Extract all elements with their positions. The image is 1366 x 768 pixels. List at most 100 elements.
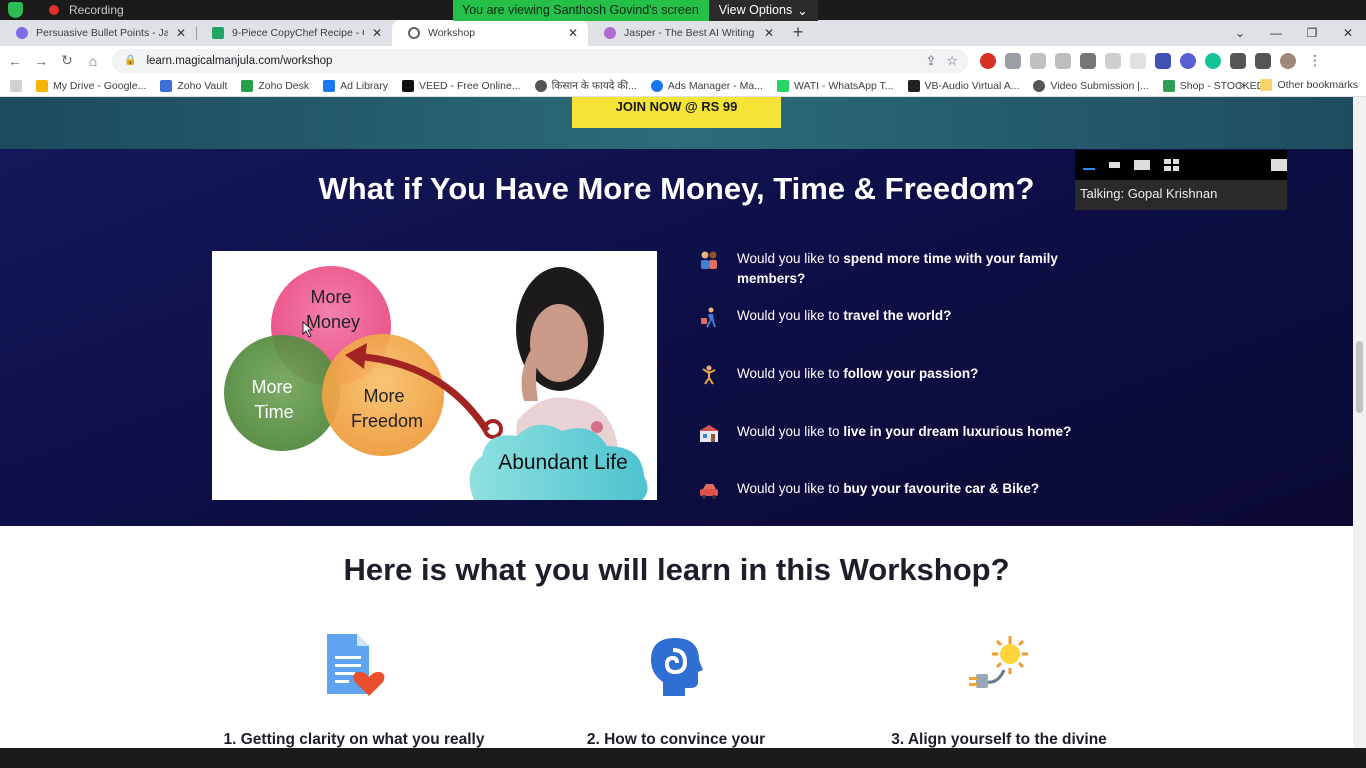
extension-icon[interactable] (1005, 52, 1021, 69)
view-options-label: View Options (718, 3, 793, 17)
drive-icon (36, 79, 48, 92)
screen-share-bottom-bar (0, 748, 1366, 768)
veed-icon (402, 79, 415, 92)
minimize-view-icon[interactable] (1083, 168, 1095, 170)
browser-toolbar: ← → ↻ ⌂ 🔒 learn.magicalmanjula.com/works… (0, 46, 1366, 75)
recording-label: Recording (69, 3, 124, 17)
apps-icon[interactable] (10, 79, 22, 92)
cta-band: JOIN NOW @ RS 99 (0, 97, 1353, 149)
feature-label: 1. Getting clarity on what you really (223, 731, 485, 748)
feature-card: 2. How to convince your (526, 634, 826, 748)
abundant-life-image: More Money More Time More Freedom Abunda… (212, 251, 657, 500)
bookmark-item[interactable]: किसान के फायदे की... (534, 79, 637, 93)
bookmark-label: WATI - WhatsApp T... (793, 79, 894, 92)
tab-workshop[interactable]: Workshop ✕ (392, 20, 588, 46)
bookmark-item[interactable]: Ads Manager - Ma... (650, 79, 763, 92)
feature-label: 3. Align yourself to the divine (891, 731, 1107, 748)
zoho-desk-icon (241, 79, 254, 92)
bookmark-label: My Drive - Google... (53, 79, 147, 92)
bookmark-label: Ad Library (340, 79, 389, 92)
address-bar[interactable]: 🔒 learn.magicalmanjula.com/workshop ⇪ ☆ (112, 48, 968, 73)
tab-persuasive-bullet-points[interactable]: Persuasive Bullet Points - Jasper ✕ (0, 20, 196, 46)
bookmark-item[interactable]: VB-Audio Virtual A... (907, 79, 1019, 92)
menu-icon[interactable]: ⋮ (1308, 52, 1322, 69)
new-tab-button[interactable]: + (784, 20, 812, 46)
feature-card: 3. Align yourself to the divine (849, 634, 1149, 748)
tab-search-icon[interactable]: ⌄ (1222, 26, 1258, 40)
bullet-bold: live in your dream luxurious home? (843, 424, 1072, 439)
reload-icon[interactable]: ↻ (60, 52, 74, 69)
learn-section: Here is what you will learn in this Work… (0, 526, 1353, 748)
bookmark-item[interactable]: Video Submission |... (1033, 79, 1149, 92)
more-time-line2: Time (254, 402, 293, 422)
bullet-text: Would you like to travel the world? (737, 306, 951, 328)
bookmark-item[interactable]: WATI - WhatsApp T... (776, 79, 894, 92)
thumbnail-view-icon[interactable] (1134, 160, 1150, 170)
close-tab-icon[interactable]: ✕ (568, 26, 578, 40)
window-controls: ⌄ — ❐ ✕ (1222, 20, 1366, 46)
wati-icon (776, 79, 789, 92)
tab-copychef-recipe[interactable]: 9-Piece CopyChef Recipe - Goog ✕ (196, 20, 392, 46)
share-icon[interactable]: ⇪ (925, 53, 936, 69)
extension-icon[interactable] (1180, 52, 1196, 69)
tab-jasper[interactable]: Jasper - The Best AI Writing Assis ✕ (588, 20, 784, 46)
view-options-button[interactable]: View Options ⌄ (708, 0, 818, 21)
extension-icon[interactable] (1105, 52, 1121, 69)
speaker-view-icon[interactable] (1108, 162, 1121, 168)
extension-icon[interactable] (1155, 52, 1171, 69)
jasper-favicon-icon (16, 27, 28, 39)
extension-icon[interactable] (1130, 52, 1146, 69)
jasper-favicon-icon (604, 27, 616, 39)
join-now-button[interactable]: JOIN NOW @ RS 99 (572, 97, 781, 128)
puzzle-icon[interactable] (1230, 52, 1246, 69)
tab-title: 9-Piece CopyChef Recipe - Goog (232, 27, 364, 39)
more-time-line1: More (251, 377, 292, 397)
traveler-icon (701, 307, 716, 328)
camera-extension-icon[interactable] (1055, 52, 1071, 69)
bullet-text: Would you like to follow your passion? (737, 364, 978, 386)
zoho-vault-icon (160, 79, 173, 92)
meta-icon (323, 79, 336, 92)
viewing-text: You are viewing Santhosh Govind's screen (453, 0, 709, 21)
talking-indicator: Talking: Gopal Krishnan (1075, 180, 1287, 210)
bookmark-item[interactable]: Zoho Vault (160, 79, 227, 92)
dropper-extension-icon[interactable] (1080, 52, 1096, 69)
scrollbar-thumb[interactable] (1356, 341, 1363, 413)
minimize-icon[interactable]: — (1258, 26, 1294, 40)
restore-icon[interactable]: ❐ (1294, 26, 1330, 40)
bullet-bold: follow your passion? (843, 366, 979, 381)
bookmark-item[interactable]: VEED - Free Online... (402, 79, 521, 92)
gallery-view-icon[interactable] (1163, 159, 1180, 171)
close-tab-icon[interactable]: ✕ (764, 26, 774, 40)
bookmark-star-icon[interactable]: ☆ (946, 53, 958, 69)
close-tab-icon[interactable]: ✕ (176, 26, 186, 40)
bookmark-item[interactable]: My Drive - Google... (36, 79, 147, 92)
feature-card: 1. Getting clarity on what you really (204, 634, 504, 748)
adblock-extension-icon[interactable] (980, 52, 996, 69)
bookmarks-overflow-button[interactable]: » (1239, 79, 1245, 91)
home-icon[interactable]: ⌂ (86, 53, 100, 69)
other-bookmarks-button[interactable]: Other bookmarks (1260, 79, 1358, 91)
bookmarks-bar: My Drive - Google... Zoho Vault Zoho Des… (0, 75, 1366, 97)
bullet-prefix: Would you like to (737, 251, 844, 266)
avatar[interactable] (1280, 52, 1296, 69)
lock-icon[interactable]: 🔒 (124, 55, 136, 66)
more-freedom-line2: Freedom (351, 411, 423, 431)
more-money-line1: More (310, 287, 351, 307)
bookmark-label: VEED - Free Online... (419, 79, 521, 92)
grammarly-extension-icon[interactable] (1205, 52, 1221, 69)
forward-icon[interactable]: → (34, 53, 48, 69)
page-scrollbar[interactable] (1353, 97, 1366, 748)
bookmark-item[interactable]: Zoho Desk (241, 79, 309, 92)
bullet-text: Would you like to buy your favourite car… (737, 479, 1039, 501)
side-panel-icon[interactable] (1255, 52, 1271, 69)
bookmark-item[interactable]: Ad Library (323, 79, 389, 92)
extension-icon[interactable] (1030, 52, 1046, 69)
close-tab-icon[interactable]: ✕ (372, 26, 382, 40)
close-window-icon[interactable]: ✕ (1330, 26, 1366, 40)
globe-favicon-icon (408, 27, 420, 39)
bookmark-label: किसान के फायदे की... (551, 79, 637, 92)
exit-view-icon[interactable] (1271, 159, 1288, 171)
back-icon[interactable]: ← (8, 53, 22, 69)
list-item: Would you like to follow your passion? (698, 364, 1098, 386)
